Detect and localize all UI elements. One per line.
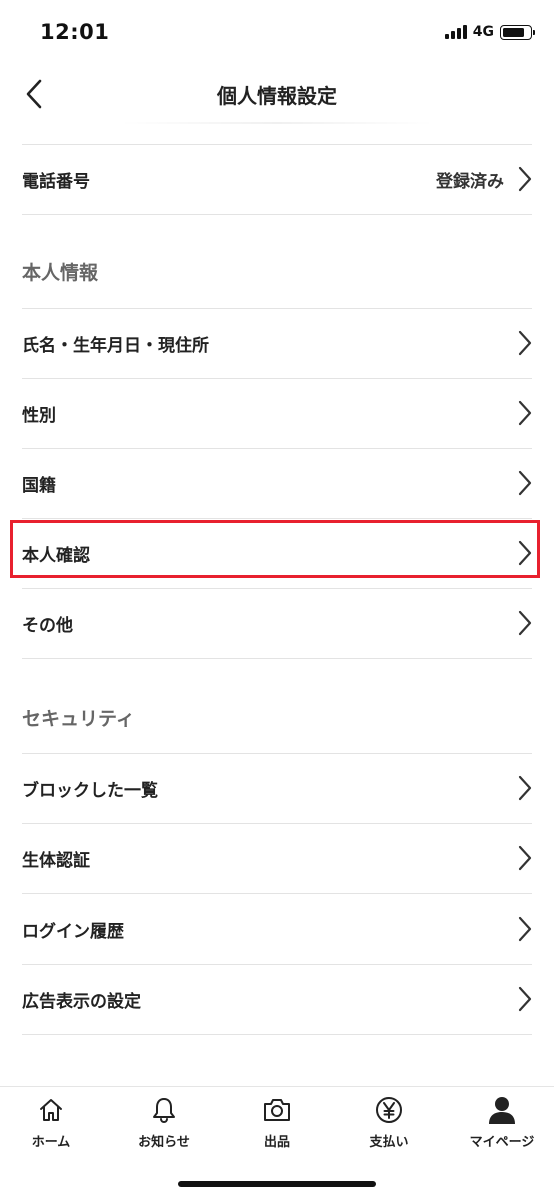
- divider: [22, 658, 532, 659]
- battery-icon: [500, 24, 535, 40]
- row-label: ブロックした一覧: [22, 780, 158, 801]
- bell-icon: [149, 1095, 179, 1125]
- row-label: 氏名・生年月日・現住所: [22, 335, 209, 356]
- highlight-box: [10, 520, 540, 578]
- row-label: 電話番号: [22, 171, 90, 192]
- row-login-history[interactable]: ログイン履歴: [22, 894, 532, 964]
- section-header-security: セキュリティ: [22, 708, 135, 730]
- signal-icon: [444, 25, 467, 39]
- tab-label: お知らせ: [138, 1135, 190, 1150]
- chevron-right-icon: [518, 845, 532, 871]
- tab-sell[interactable]: 出品: [222, 1095, 332, 1150]
- home-icon: [36, 1095, 66, 1125]
- tab-notifications[interactable]: お知らせ: [109, 1095, 219, 1150]
- page-title: 個人情報設定: [217, 84, 337, 108]
- status-bar: 12:01 4G: [0, 0, 554, 66]
- chevron-right-icon: [518, 610, 532, 636]
- yen-icon: [374, 1095, 404, 1125]
- home-indicator: [178, 1181, 376, 1187]
- chevron-right-icon: [518, 166, 532, 192]
- chevron-right-icon: [518, 916, 532, 942]
- header-divider: [120, 122, 434, 124]
- row-ad-settings[interactable]: 広告表示の設定: [22, 964, 532, 1034]
- person-icon: [487, 1095, 517, 1125]
- row-label: 国籍: [22, 475, 56, 496]
- row-label: 性別: [22, 405, 56, 426]
- row-block-list[interactable]: ブロックした一覧: [22, 753, 532, 823]
- row-label: ログイン履歴: [22, 921, 124, 942]
- row-nationality[interactable]: 国籍: [22, 448, 532, 518]
- status-time: 12:01: [40, 20, 110, 44]
- divider: [22, 214, 532, 215]
- row-other[interactable]: その他: [22, 588, 532, 658]
- chevron-right-icon: [518, 330, 532, 356]
- phone-status-value: 登録済み: [436, 171, 504, 192]
- row-phone-number[interactable]: 電話番号 登録済み: [22, 144, 532, 214]
- status-indicators: 4G: [444, 24, 535, 40]
- navigation-bar: 個人情報設定: [0, 66, 554, 124]
- tab-label: ホーム: [31, 1135, 71, 1150]
- divider: [22, 1034, 532, 1035]
- chevron-right-icon: [518, 470, 532, 496]
- row-label: 広告表示の設定: [22, 991, 141, 1012]
- section-header-personal: 本人情報: [22, 262, 99, 284]
- camera-icon: [262, 1095, 292, 1125]
- row-gender[interactable]: 性別: [22, 378, 532, 448]
- network-type: 4G: [472, 24, 494, 40]
- chevron-right-icon: [518, 775, 532, 801]
- tab-home[interactable]: ホーム: [0, 1095, 106, 1150]
- row-label: その他: [22, 615, 73, 636]
- tab-label: マイページ: [469, 1135, 535, 1150]
- tab-label: 出品: [263, 1135, 290, 1150]
- chevron-right-icon: [518, 986, 532, 1012]
- tab-label: 支払い: [369, 1135, 409, 1150]
- chevron-right-icon: [518, 400, 532, 426]
- tab-mypage[interactable]: マイページ: [447, 1095, 554, 1150]
- tab-payment[interactable]: 支払い: [334, 1095, 444, 1150]
- row-name-birthday-address[interactable]: 氏名・生年月日・現住所: [22, 308, 532, 378]
- row-label: 生体認証: [22, 850, 90, 871]
- row-biometric-auth[interactable]: 生体認証: [22, 823, 532, 893]
